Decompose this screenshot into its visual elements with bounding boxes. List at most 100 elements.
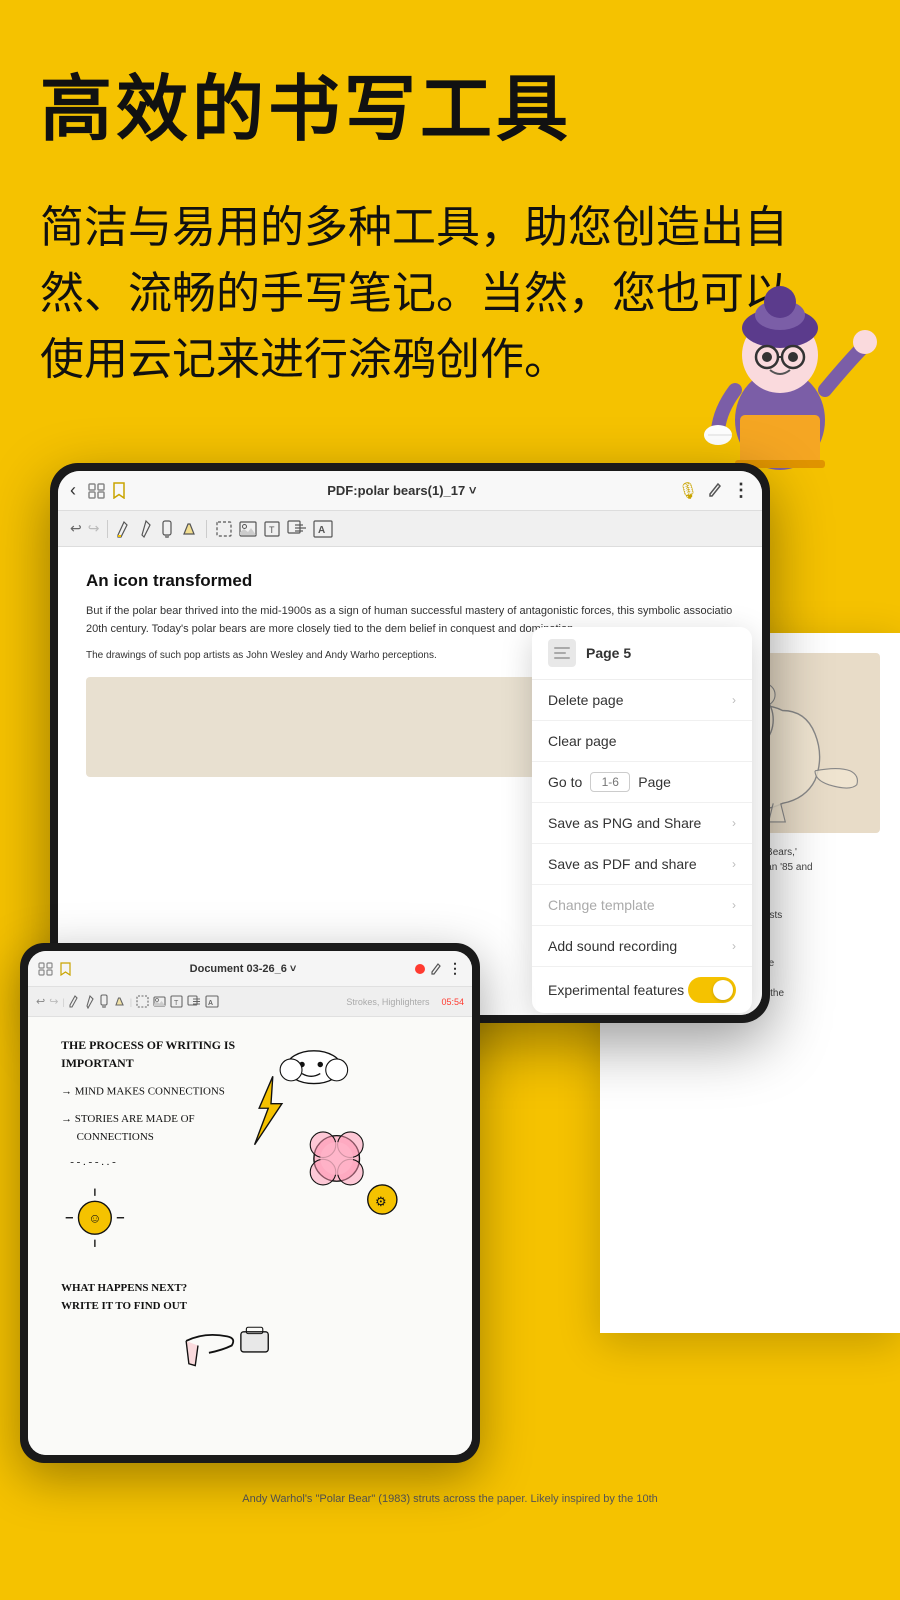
undo-small[interactable]: ↩ bbox=[36, 995, 45, 1008]
svg-text:T: T bbox=[174, 1000, 179, 1007]
page-line bbox=[554, 657, 570, 659]
chevron-icon: › bbox=[732, 939, 736, 953]
handwriting-line-6: WHAT HAPPENS NEXT? bbox=[61, 1282, 187, 1294]
dropdown-save-pdf[interactable]: Save as PDF and share › bbox=[532, 844, 752, 885]
change-template-label: Change template bbox=[548, 897, 655, 913]
main-title: 高效的书写工具 bbox=[40, 50, 860, 155]
chevron-icon: › bbox=[732, 693, 736, 707]
grid-small-icon bbox=[38, 962, 54, 976]
fountain-pen-tool[interactable] bbox=[138, 519, 154, 539]
selection-tool[interactable] bbox=[215, 520, 233, 538]
dropdown-change-template[interactable]: Change template › bbox=[532, 885, 752, 926]
secondary-toolbar: Document 03-26_6 ˅ ⋮ bbox=[28, 951, 472, 987]
svg-text:A: A bbox=[318, 525, 325, 536]
timer-label: 05:54 bbox=[441, 997, 464, 1007]
svg-text:T: T bbox=[269, 525, 275, 535]
pencil-small[interactable] bbox=[69, 994, 80, 1009]
grid-icon bbox=[88, 483, 106, 499]
sun-face: ☺ bbox=[88, 1210, 101, 1225]
recording-dot bbox=[415, 964, 425, 974]
toolbar-document-title[interactable]: PDF:polar bears(1)_17 ˅ bbox=[134, 483, 670, 498]
highlighter-tool[interactable] bbox=[180, 520, 198, 538]
clear-page-label: Clear page bbox=[548, 733, 617, 749]
microphone-icon[interactable]: 🎙 bbox=[678, 481, 698, 501]
dropdown-clear-page[interactable]: Clear page bbox=[532, 721, 752, 762]
ipad-toolbar: ‹ PDF:polar bears(1)_17 ˅ bbox=[58, 471, 762, 511]
goto-page-label: Page bbox=[638, 774, 671, 790]
marker-small[interactable] bbox=[99, 994, 109, 1009]
highlighter-small[interactable] bbox=[113, 995, 126, 1008]
ipad-secondary-screen: Document 03-26_6 ˅ ⋮ ↩ ↪ | bbox=[28, 951, 472, 1455]
strokes-label: Strokes, Highlighters bbox=[346, 997, 437, 1007]
handwriting-line-2: IMPORTANT bbox=[61, 1056, 134, 1070]
bookmark-icon bbox=[112, 482, 126, 499]
page-lines bbox=[554, 647, 570, 659]
redo-icon[interactable]: ↪ bbox=[88, 520, 100, 537]
handwriting-line-4: → STORIES ARE MADE OF bbox=[61, 1113, 195, 1125]
secondary-doc-title[interactable]: Document 03-26_6 ˅ bbox=[77, 963, 409, 975]
devices-section: ‹ PDF:polar bears(1)_17 ˅ bbox=[0, 433, 900, 1493]
font-small[interactable]: A bbox=[205, 995, 219, 1008]
dropdown-header: Page 5 bbox=[532, 627, 752, 680]
dropdown-goto: Go to Page bbox=[532, 762, 752, 803]
handwriting-line-3: → MIND MAKES CONNECTIONS bbox=[61, 1086, 225, 1098]
lightning-doodle bbox=[255, 1076, 282, 1144]
svg-text:A: A bbox=[208, 1000, 213, 1007]
secondary-drawing-bar: ↩ ↪ | | bbox=[28, 987, 472, 1017]
handwriting-dashes: - - . - - . . - bbox=[70, 1156, 116, 1168]
toolbar-right: 🎙 ⋮ bbox=[678, 480, 750, 501]
ipad-secondary: Document 03-26_6 ˅ ⋮ ↩ ↪ | bbox=[20, 943, 480, 1463]
dropdown-save-png[interactable]: Save as PNG and Share › bbox=[532, 803, 752, 844]
pencil-tool[interactable] bbox=[116, 519, 132, 539]
add-sound-label: Add sound recording bbox=[548, 938, 677, 954]
undo-icon[interactable]: ↩ bbox=[70, 520, 82, 537]
ipad-main-screen: ‹ PDF:polar bears(1)_17 ˅ bbox=[58, 471, 762, 1015]
save-png-label: Save as PNG and Share bbox=[548, 815, 701, 831]
save-pdf-label: Save as PDF and share bbox=[548, 856, 697, 872]
text-box-tool[interactable]: T bbox=[263, 520, 281, 538]
image-tool[interactable] bbox=[239, 521, 257, 537]
more-menu-icon[interactable]: ⋮ bbox=[732, 480, 750, 501]
pen-tool-small[interactable] bbox=[84, 994, 95, 1009]
dropdown-delete-page[interactable]: Delete page › bbox=[532, 680, 752, 721]
handwriting-line-7: WRITE IT TO FIND OUT bbox=[61, 1300, 188, 1312]
dropdown-page-title: Page 5 bbox=[586, 645, 631, 661]
text-small[interactable]: T bbox=[170, 995, 183, 1008]
dropdown-menu: Page 5 Delete page › Clear page Go to Pa… bbox=[532, 627, 752, 1013]
bottom-footer-text: Andy Warhol's "Polar Bear" (1983) struts… bbox=[40, 1493, 860, 1505]
lasso-small[interactable] bbox=[136, 995, 149, 1008]
back-button[interactable]: ‹ bbox=[70, 480, 76, 501]
goto-input[interactable] bbox=[590, 772, 630, 792]
toggle-thumb bbox=[713, 980, 733, 1000]
top-section: 高效的书写工具 简洁与易用的多种工具，助您创造出自然、流畅的手写笔记。当然，您也… bbox=[0, 0, 900, 393]
experimental-toggle[interactable] bbox=[688, 977, 736, 1003]
chevron-icon: › bbox=[732, 816, 736, 830]
dropdown-add-sound[interactable]: Add sound recording › bbox=[532, 926, 752, 967]
handwriting-line-1: THE PROCESS OF WRITING IS bbox=[61, 1038, 235, 1052]
bookmark-small-icon bbox=[60, 962, 71, 976]
doc-heading: An icon transformed bbox=[86, 571, 734, 591]
page-icon bbox=[548, 639, 576, 667]
pen-icon[interactable] bbox=[708, 482, 722, 500]
handwriting-canvas: THE PROCESS OF WRITING IS IMPORTANT → MI… bbox=[28, 1017, 472, 1455]
image-small[interactable] bbox=[153, 996, 166, 1007]
pen-small-icon[interactable] bbox=[431, 962, 442, 976]
chevron-icon: › bbox=[732, 898, 736, 912]
ipad-main: ‹ PDF:polar bears(1)_17 ˅ bbox=[50, 463, 770, 1023]
experimental-label: Experimental features bbox=[548, 982, 684, 998]
font-tool[interactable]: A bbox=[313, 520, 333, 538]
delete-page-label: Delete page bbox=[548, 692, 624, 708]
dropdown-experimental: Experimental features bbox=[532, 967, 752, 1013]
secondary-content: THE PROCESS OF WRITING IS IMPORTANT → MI… bbox=[28, 1017, 472, 1455]
gear-symbol: ⚙ bbox=[375, 1194, 386, 1209]
page-line bbox=[554, 652, 566, 654]
more-small-icon[interactable]: ⋮ bbox=[448, 960, 462, 977]
page-line bbox=[554, 647, 570, 649]
toolbar-icons bbox=[88, 482, 126, 499]
handwriting-line-5: CONNECTIONS bbox=[77, 1131, 154, 1143]
marker-tool[interactable] bbox=[160, 519, 174, 539]
link-small[interactable] bbox=[187, 995, 201, 1008]
redo-small[interactable]: ↪ bbox=[49, 995, 58, 1008]
link-tool[interactable] bbox=[287, 520, 307, 538]
goto-label: Go to bbox=[548, 774, 582, 790]
